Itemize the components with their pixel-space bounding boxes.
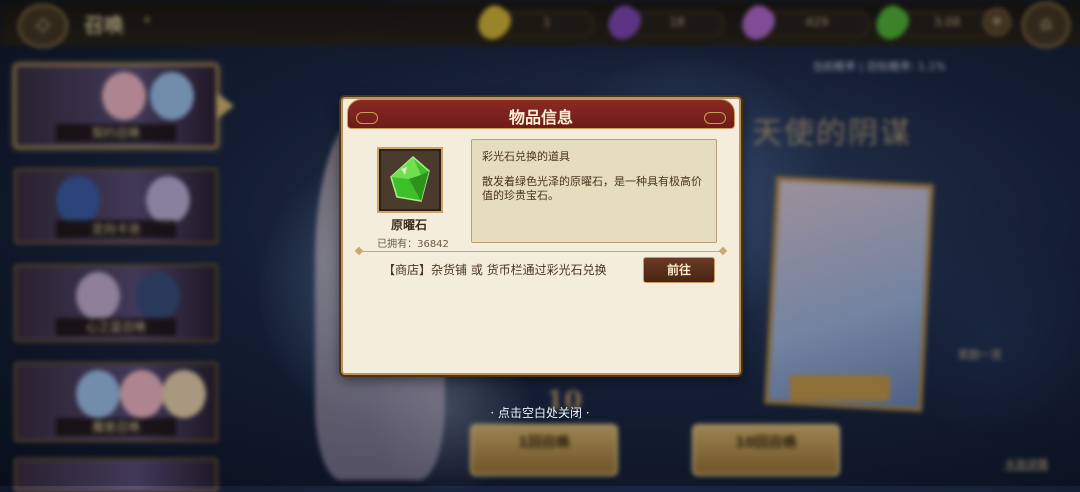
- owned-count: 已拥有：36842: [363, 235, 463, 250]
- description-title: 彩光石兑换的道具: [482, 150, 570, 163]
- owned-label: 已拥有：: [377, 239, 418, 250]
- item-source-text: 【商店】杂货铺 或 货币栏通过彩光石兑换: [383, 263, 607, 277]
- green-crystal-icon: [390, 155, 430, 202]
- close-hint[interactable]: · 点击空白处关闭 ·: [0, 404, 1080, 421]
- item-description-box: 彩光石兑换的道具 散发着绿色光泽的原曜石，是一种具有极高价值的珍贵宝石。: [471, 139, 717, 243]
- item-name: 原曜石: [390, 218, 427, 232]
- divider-ornament: [718, 246, 728, 256]
- item-icon-frame: [377, 147, 443, 213]
- goto-button[interactable]: 前往: [643, 257, 715, 283]
- description-body: 散发着绿色光泽的原曜石，是一种具有极高价值的珍贵宝石。: [482, 175, 702, 202]
- divider: [359, 251, 723, 252]
- dialog-title: 物品信息: [508, 108, 573, 127]
- divider-ornament: [354, 246, 364, 256]
- dialog-header: 物品信息: [347, 99, 735, 129]
- owned-value: 36842: [417, 239, 449, 250]
- item-info-dialog: 物品信息 原曜石 已拥有：36842 彩光石兑换的道具 散发着绿色光泽的原曜石，…: [341, 97, 741, 375]
